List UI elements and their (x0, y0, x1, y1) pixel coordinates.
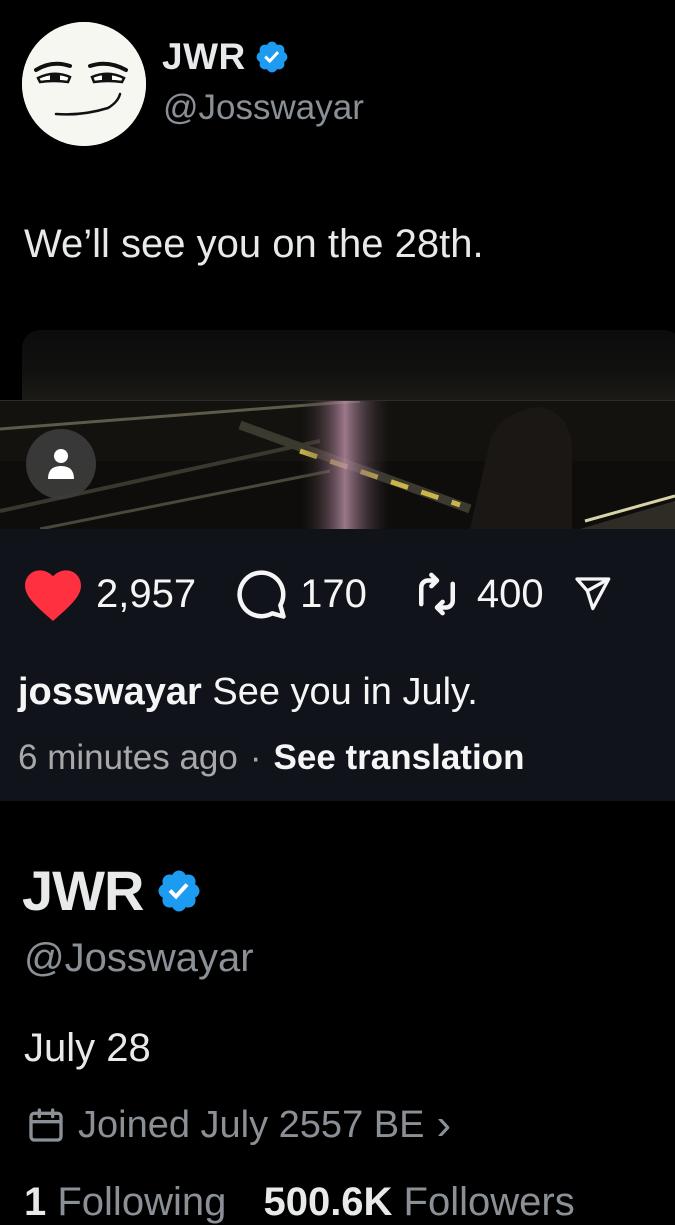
repost-icon[interactable] (409, 567, 465, 621)
caption-text: See you in July. (201, 671, 478, 713)
post-photo[interactable] (0, 401, 675, 529)
followers-count: 500.6K (263, 1180, 393, 1224)
joined-date: Joined July 2557 BE (78, 1103, 425, 1146)
share-action[interactable] (572, 567, 612, 621)
followers-label: Followers (392, 1180, 575, 1224)
profile-handle: @Josswayar (24, 936, 254, 980)
following-link[interactable]: 1 Following (24, 1180, 226, 1224)
meme-face-icon (22, 22, 146, 146)
comment-action[interactable]: 170 (234, 567, 367, 621)
following-label: Following (46, 1180, 227, 1224)
tweet-display-name[interactable]: JWR (162, 36, 246, 78)
profile-bio: July 28 (24, 1026, 151, 1070)
tweet-author-row[interactable]: JWR (162, 36, 290, 78)
see-translation-link[interactable]: See translation (274, 738, 525, 777)
followers-link[interactable]: 500.6K Followers (263, 1180, 574, 1224)
profile-name-row: JWR (22, 858, 203, 923)
chevron-right-icon[interactable]: › (436, 1100, 451, 1150)
verified-badge-icon (254, 39, 290, 75)
user-tag-icon (48, 449, 74, 479)
user-tag-button[interactable] (26, 429, 96, 499)
caption-username[interactable]: josswayar (18, 671, 202, 713)
meta-separator: · (249, 738, 262, 777)
verified-badge-icon[interactable] (155, 867, 203, 915)
calendar-icon (29, 1108, 63, 1142)
comment-icon[interactable] (234, 567, 288, 621)
comment-count: 170 (300, 571, 367, 616)
profile-joined-row[interactable]: Joined July 2557 BE › (26, 1100, 451, 1150)
profile-display-name: JWR (22, 859, 144, 922)
repost-count: 400 (476, 571, 544, 616)
heart-icon[interactable] (22, 566, 84, 622)
post-actions: 2,957 170 400 (22, 566, 612, 622)
post-timestamp: 6 minutes ago (18, 738, 238, 777)
follow-stats: 1 Following 500.6K Followers (24, 1180, 575, 1225)
share-icon[interactable] (572, 567, 612, 621)
tweet-text: We’ll see you on the 28th. (24, 222, 484, 266)
repost-action[interactable]: 400 (409, 567, 544, 621)
user-avatar[interactable] (22, 22, 146, 146)
like-count: 2,957 (96, 571, 197, 616)
tweet-handle[interactable]: @Josswayar (163, 88, 364, 128)
tweet-media[interactable] (22, 330, 675, 400)
like-action[interactable]: 2,957 (22, 566, 196, 622)
post-caption: josswayar See you in July. (18, 671, 478, 714)
post-meta: 6 minutes ago · See translation (18, 738, 524, 778)
instagram-post-overlay: 2,957 170 400 josswayar See you in July.… (0, 400, 675, 801)
following-count: 1 (24, 1180, 47, 1224)
